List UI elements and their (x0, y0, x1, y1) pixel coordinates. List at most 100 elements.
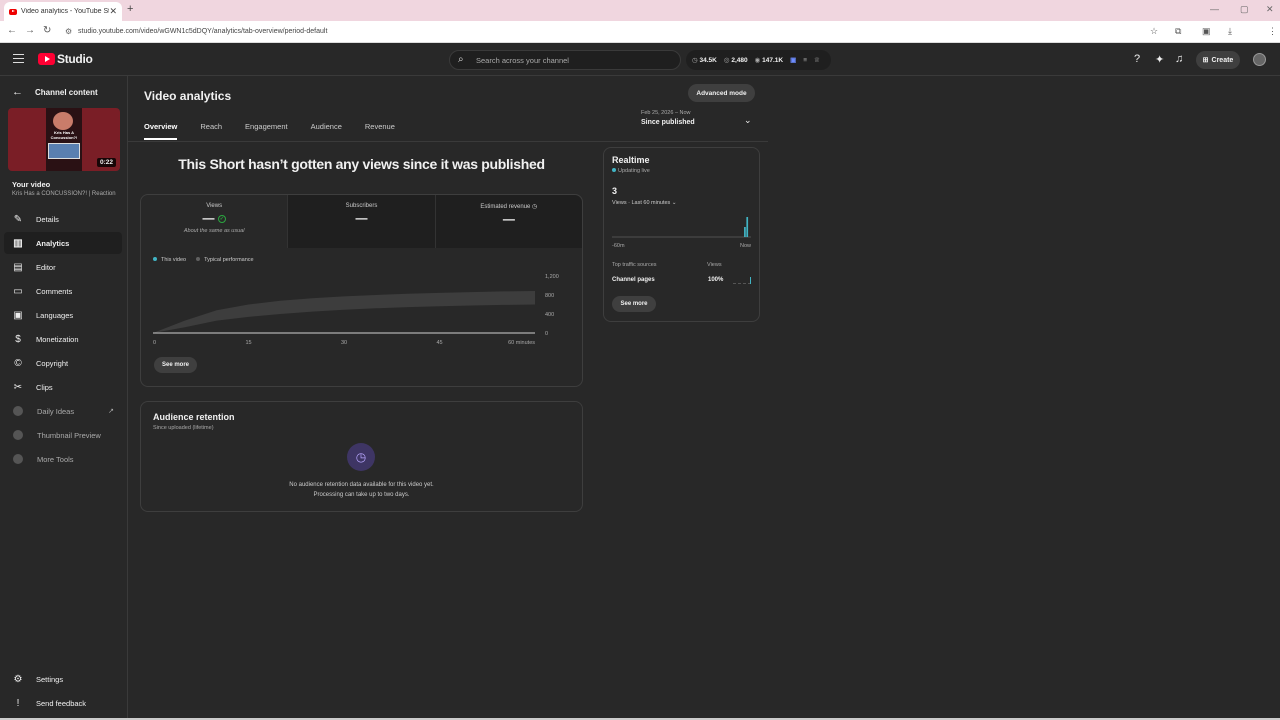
metric-note: About the same as usual (183, 228, 245, 234)
maximize-icon[interactable]: ▢ (1240, 4, 1249, 15)
metric-views[interactable]: Views — ✓ About the same as usual (141, 195, 289, 248)
tabs-divider (128, 141, 768, 142)
search-placeholder: Search across your channel (476, 56, 569, 65)
search-icon: ⌕ (458, 54, 464, 65)
create-button[interactable]: ⊞ Create (1196, 51, 1240, 69)
realtime-status: Updating live (612, 168, 650, 174)
legend-this-video: This video (153, 257, 186, 263)
sidebar-item-clips[interactable]: ✂ Clips (4, 376, 122, 398)
url-field[interactable]: ⚙ studio.youtube.com/video/wGWN1c5dDQY/a… (60, 24, 1160, 40)
video-thumbnail[interactable]: Kris Has A Concussion?! 0:22 (8, 108, 120, 171)
sidepanel-icon[interactable]: ▣ (1202, 26, 1211, 37)
sidebar-item-more-tools[interactable]: More Tools (4, 448, 122, 470)
youtube-logo-icon (38, 53, 55, 65)
extension-icon (13, 454, 23, 464)
bookmark-star-icon[interactable]: ☆ (1150, 26, 1158, 37)
sidebar-item-thumbnail-preview[interactable]: Thumbnail Preview (4, 424, 122, 446)
retention-message-line2: Processing can take up to two days. (313, 492, 410, 498)
forward-nav-icon[interactable]: → (25, 25, 35, 36)
arrow-back-icon: ← (12, 86, 23, 98)
address-bar: ← → ↻ ⚙ studio.youtube.com/video/wGWN1c5… (0, 21, 1280, 59)
tab-revenue[interactable]: Revenue (365, 118, 395, 142)
metric-subscribers[interactable]: Subscribers — (288, 195, 436, 248)
sidebar-item-details[interactable]: ✎ Details (4, 208, 122, 230)
studio-header: Studio ⌕ Search across your channel ◷ 34… (0, 43, 1280, 76)
sidebar-item-copyright[interactable]: © Copyright (4, 352, 122, 374)
download-icon[interactable]: ⤓ (1228, 26, 1232, 37)
chevron-down-icon: ⌄ (671, 200, 677, 206)
sidebar-item-analytics[interactable]: ▥ Analytics (4, 232, 122, 254)
subtitles-icon: ▣ (13, 309, 23, 321)
editor-icon: ▤ (13, 261, 23, 273)
channel-stats-pill[interactable]: ◷ 34.5K ◎ 2,480 ◉ 147.1K ▣ ≡ ♕ (686, 50, 831, 70)
sparkle-icon[interactable]: ✦ (1155, 53, 1164, 66)
y-tick-label: 1,200 (545, 274, 559, 280)
clock-icon: ◷ (347, 443, 375, 471)
tab-engagement[interactable]: Engagement (245, 118, 288, 142)
your-video-label: Your video (12, 180, 51, 189)
views-chart: 1,200 800 400 0 0 15 30 45 60 minutes (153, 274, 559, 346)
info-icon: ◷ (532, 204, 538, 210)
retention-subtitle: Since uploaded (lifetime) (153, 425, 214, 431)
browser-tab-title: Video analytics - YouTube Studio (21, 8, 109, 15)
site-info-icon[interactable]: ⚙ (65, 27, 72, 36)
comments-icon: ▭ (13, 285, 23, 297)
studio-logo[interactable]: Studio (38, 52, 93, 66)
copyright-icon: © (14, 357, 22, 369)
sidebar-item-comments[interactable]: ▭ Comments (4, 280, 122, 302)
tab-overview[interactable]: Overview (144, 118, 178, 140)
video-plus-icon: ⊞ (1202, 57, 1209, 64)
close-tab-icon[interactable]: ✕ (109, 6, 117, 17)
sidebar-item-settings[interactable]: ⚙ Settings (4, 668, 122, 690)
extension-badge-icon[interactable]: ▣ (790, 56, 796, 64)
notifications-bell-icon[interactable]: ♫ (1175, 53, 1183, 65)
thumbnail-caption: Kris Has A Concussion?! (50, 130, 78, 140)
realtime-see-more-button[interactable]: See more (612, 296, 656, 312)
eye-icon: ◎ (723, 57, 730, 64)
tab-reach[interactable]: Reach (200, 118, 222, 142)
realtime-count: 3 (612, 186, 618, 196)
trophy-icon[interactable]: ♕ (814, 56, 820, 64)
chevron-down-icon: ⌄ (744, 115, 752, 125)
advanced-mode-button[interactable]: Advanced mode (688, 84, 755, 102)
sidebar: ← Channel content Kris Has A Concussion?… (0, 76, 128, 720)
hamburger-menu-icon[interactable] (13, 54, 24, 63)
period-label: Since published (641, 119, 695, 126)
metric-label: Estimated revenue ◷ (480, 204, 538, 210)
extensions-icon[interactable]: ⧉ (1175, 26, 1181, 37)
close-window-icon[interactable]: ✕ (1266, 4, 1274, 15)
clock-icon: ◷ (692, 57, 698, 64)
browser-tab[interactable]: Video analytics - YouTube Studio ✕ (4, 2, 122, 21)
back-to-channel-content[interactable]: ← Channel content (12, 86, 98, 98)
help-icon[interactable]: ? (1134, 53, 1140, 65)
sidebar-item-monetization[interactable]: $ Monetization (4, 328, 122, 350)
new-tab-icon[interactable]: + (127, 3, 133, 15)
metric-revenue[interactable]: Estimated revenue ◷ — (435, 195, 582, 248)
tab-audience[interactable]: Audience (311, 118, 342, 142)
list-icon[interactable]: ≡ (803, 57, 807, 64)
period-selector[interactable]: Feb 25, 2026 – Now Since published ⌄ (641, 110, 752, 126)
typical-performance-band (153, 291, 535, 333)
see-more-button[interactable]: See more (154, 357, 197, 373)
youtube-favicon-icon (9, 8, 17, 15)
retention-title: Audience retention (153, 412, 235, 422)
metric-value: — ✓ (202, 211, 226, 225)
sidebar-item-editor[interactable]: ▤ Editor (4, 256, 122, 278)
browser-menu-icon[interactable]: ⋮ (1268, 26, 1277, 37)
sidebar-item-daily-ideas[interactable]: Daily Ideas ↗ (4, 400, 122, 422)
account-avatar[interactable] (1253, 53, 1266, 66)
realtime-axis-right: Now (740, 243, 751, 249)
analytics-tabs: Overview Reach Engagement Audience Reven… (144, 118, 418, 142)
stat-views: ◷ 34.5K (692, 57, 717, 64)
sidebar-item-feedback[interactable]: ! Send feedback (4, 692, 122, 714)
reload-icon[interactable]: ↻ (43, 25, 51, 36)
sidebar-item-languages[interactable]: ▣ Languages (4, 304, 122, 326)
realtime-views-dropdown[interactable]: Views · Last 60 minutes ⌄ (612, 200, 676, 206)
search-input[interactable]: ⌕ Search across your channel (449, 50, 681, 70)
realtime-bar (746, 217, 749, 237)
stat-watch: ◉ 147.1K (754, 57, 784, 64)
y-tick-label: 400 (545, 312, 554, 318)
minimize-icon[interactable]: — (1210, 4, 1219, 14)
metric-label: Views (206, 203, 223, 209)
back-nav-icon[interactable]: ← (7, 25, 17, 36)
